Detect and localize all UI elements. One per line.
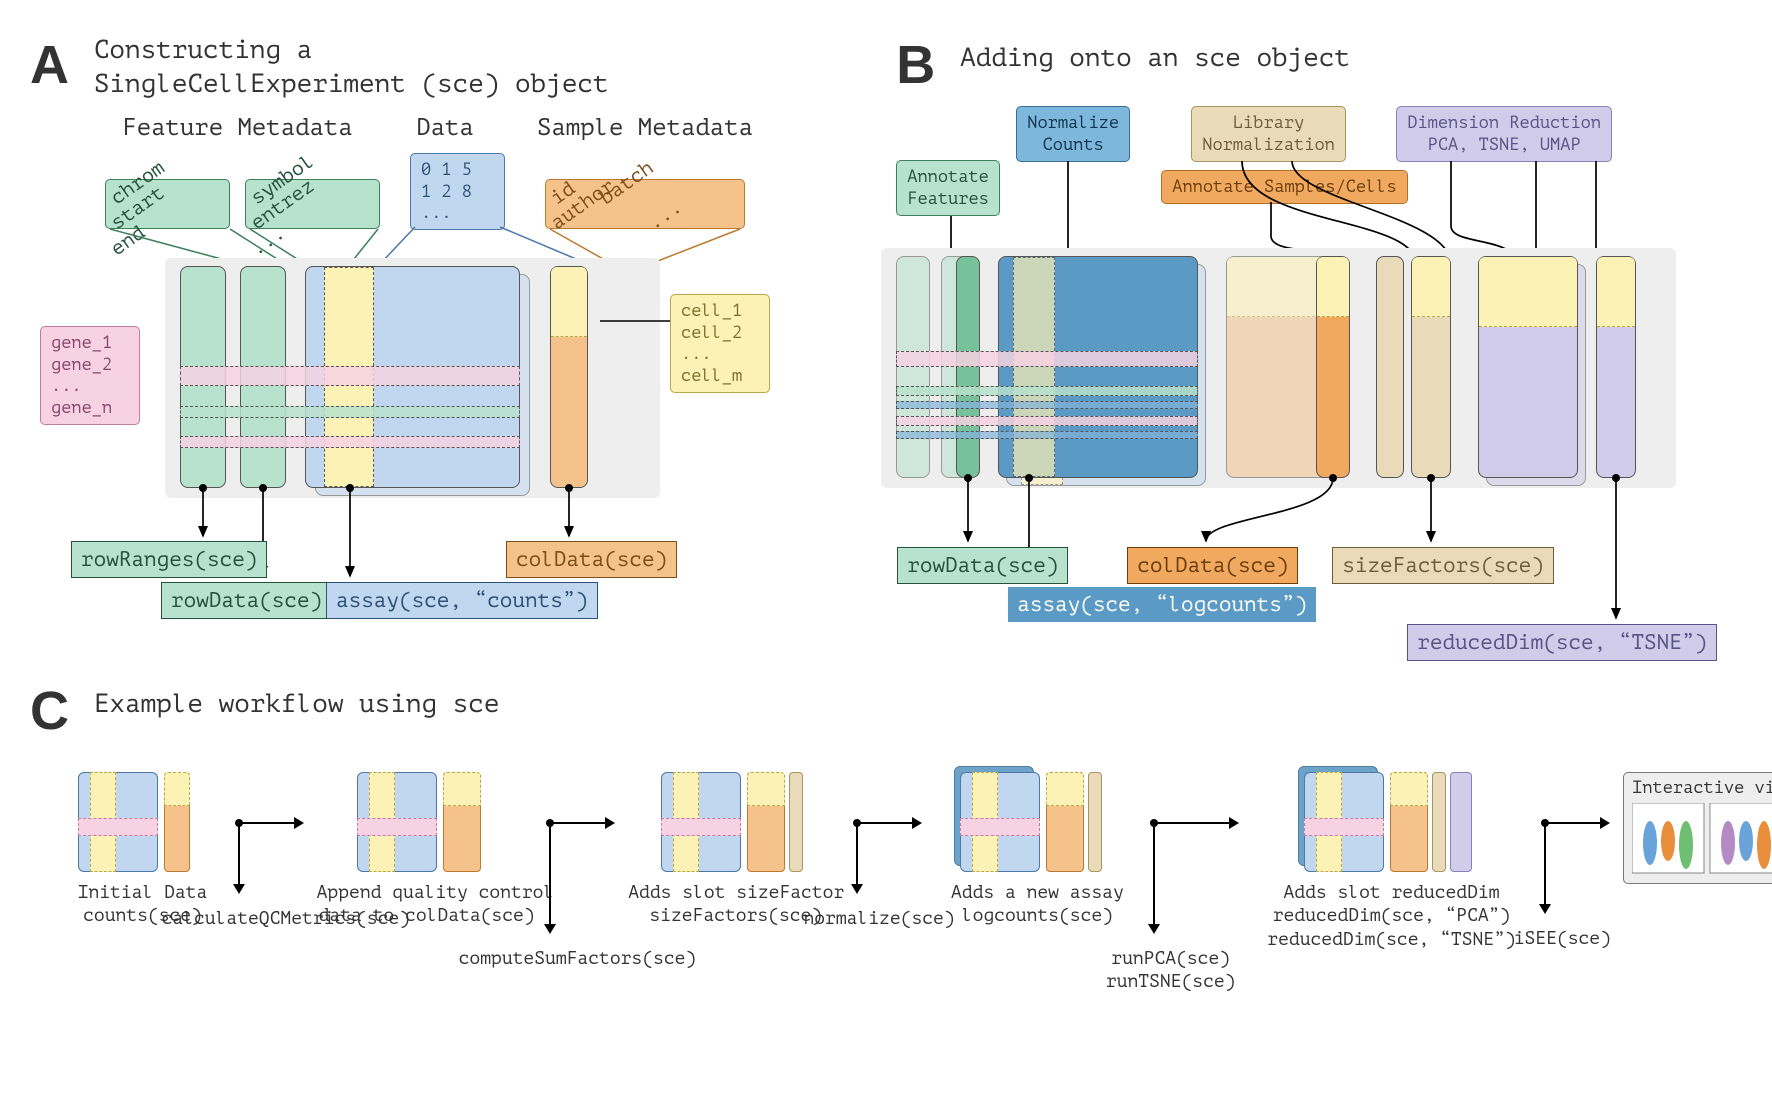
badge-library-norm: Library Normalization (1191, 106, 1346, 162)
new-rowdata (956, 256, 980, 478)
wf-fn-5: iSEE(sce) (1492, 928, 1632, 951)
acc-coldata: colData(sce) (506, 541, 677, 578)
wf-arrow-3: normalize(sce) (854, 814, 924, 839)
panel-b: B Adding onto an sce object Annotate Fea… (896, 30, 1742, 546)
acc-b-assay: assay(sce, “logcounts”) (1007, 586, 1317, 623)
wf-step-4: Adds a new assay logcounts(sce) (935, 772, 1140, 929)
badge-dimred: Dimension Reduction PCA, TSNE, UMAP (1396, 106, 1612, 162)
panel-c-title: Example workflow using sce (94, 688, 500, 722)
b-pink-2 (896, 416, 1198, 426)
assay-logcounts (998, 256, 1198, 478)
faint-rowranges (896, 256, 930, 478)
header-sample-metadata: Sample Metadata (520, 112, 770, 143)
reduceddim-front (1478, 256, 1578, 478)
wf-arrow-2: computeSumFactors(sce) (547, 814, 617, 839)
wf-icon-4 (960, 772, 1115, 872)
b-blue-2 (896, 431, 1198, 439)
wf-icon-3 (661, 772, 811, 872)
slab-sizefactors-2 (1411, 256, 1451, 478)
cell-names: cell_1 cell_2 ... cell_m (670, 294, 770, 393)
wf-fn-1: calculateQCMetrics(sce) (156, 908, 416, 931)
wf-step-2: Append quality control data to colData(s… (317, 772, 537, 929)
slab-coldata (550, 266, 588, 488)
badge-annotate-samples: Annotate Samples/Cells (1161, 170, 1407, 204)
slab-sizefactors (1376, 256, 1404, 478)
green-stripe (180, 406, 520, 418)
reduceddim-extra (1596, 256, 1636, 478)
panel-a-title: Constructing a SingleCellExperiment (sce… (94, 34, 609, 102)
b-pink-1 (896, 351, 1198, 367)
wf-fn-4: runPCA(sce) runTSNE(sce) (1081, 948, 1261, 995)
wf-arrow-5: iSEE(sce) (1542, 814, 1612, 839)
wf-step-6: Interactive visualization (1623, 772, 1772, 884)
wf-icon-5 (1304, 772, 1479, 872)
coldata-yellow-top (551, 267, 587, 337)
feature-meta-plate-1: chrom start end (105, 179, 230, 229)
panel-b-title: Adding onto an sce object (960, 42, 1350, 76)
pink-stripe-2 (180, 436, 520, 448)
feature-meta-plate-2: symbol entrez ... (245, 179, 380, 229)
wf-step-5: Adds slot reducedDim reducedDim(sce, “PC… (1252, 772, 1532, 952)
wf-fn-3: normalize(sce) (779, 908, 979, 931)
panel-c: C Example workflow using sce Initial Dat… (30, 676, 1742, 952)
panel-a-title-line2: SingleCellExperiment (sce) object (94, 70, 609, 99)
gene-names: gene_1 gene_2 ... gene_n (40, 326, 140, 425)
wf-cap-5: Adds slot reducedDim reducedDim(sce, “PC… (1252, 882, 1532, 952)
wf-icon-1 (78, 772, 208, 872)
wf-step-1: Initial Data counts(sce) (60, 772, 225, 929)
wf-arrow-1: calculateQCMetrics(sce) (236, 814, 306, 839)
viz-box: Interactive visualization (1623, 772, 1772, 884)
panel-a: A Constructing a SingleCellExperiment (s… (30, 30, 846, 546)
acc-rowdata: rowData(sce) (161, 582, 332, 619)
pink-stripe-1 (180, 366, 520, 386)
wf-step-3: Adds slot sizeFactor sizeFactors(sce) (628, 772, 843, 929)
acc-b-rowdata: rowData(sce) (897, 547, 1068, 584)
sample-meta-plate: id batch author ... (545, 179, 745, 229)
wf-icon-2 (357, 772, 497, 872)
header-data: Data (370, 112, 520, 143)
b-green (896, 386, 1198, 396)
b-blue-1 (896, 401, 1198, 409)
panel-b-letter: B (896, 30, 935, 100)
header-feature-metadata: Feature Metadata (105, 112, 370, 143)
wf-fn-2: computeSumFactors(sce) (447, 948, 707, 971)
wf-cap-6: Interactive visualization (1632, 778, 1772, 797)
isee-thumbnails (1632, 803, 1772, 875)
new-coldata (1316, 256, 1350, 478)
badge-annotate-features: Annotate Features (896, 160, 1000, 216)
data-plate: 0 1 5 1 2 8 ... (410, 153, 505, 230)
assay-col-highlight-b (1013, 257, 1055, 477)
acc-b-reduceddim: reducedDim(sce, “TSNE”) (1407, 624, 1717, 661)
panel-c-letter: C (30, 676, 69, 746)
badge-normalize-counts: Normalize Counts (1016, 106, 1130, 162)
acc-b-coldata: colData(sce) (1127, 547, 1298, 584)
panel-a-letter: A (30, 30, 69, 100)
wf-arrow-4: runPCA(sce) runTSNE(sce) (1151, 814, 1241, 839)
acc-assay: assay(sce, “counts”) (326, 582, 598, 619)
acc-b-sizefactors: sizeFactors(sce) (1332, 547, 1554, 584)
panel-a-title-line1: Constructing a (94, 36, 312, 65)
acc-rowranges: rowRanges(sce) (71, 541, 267, 578)
